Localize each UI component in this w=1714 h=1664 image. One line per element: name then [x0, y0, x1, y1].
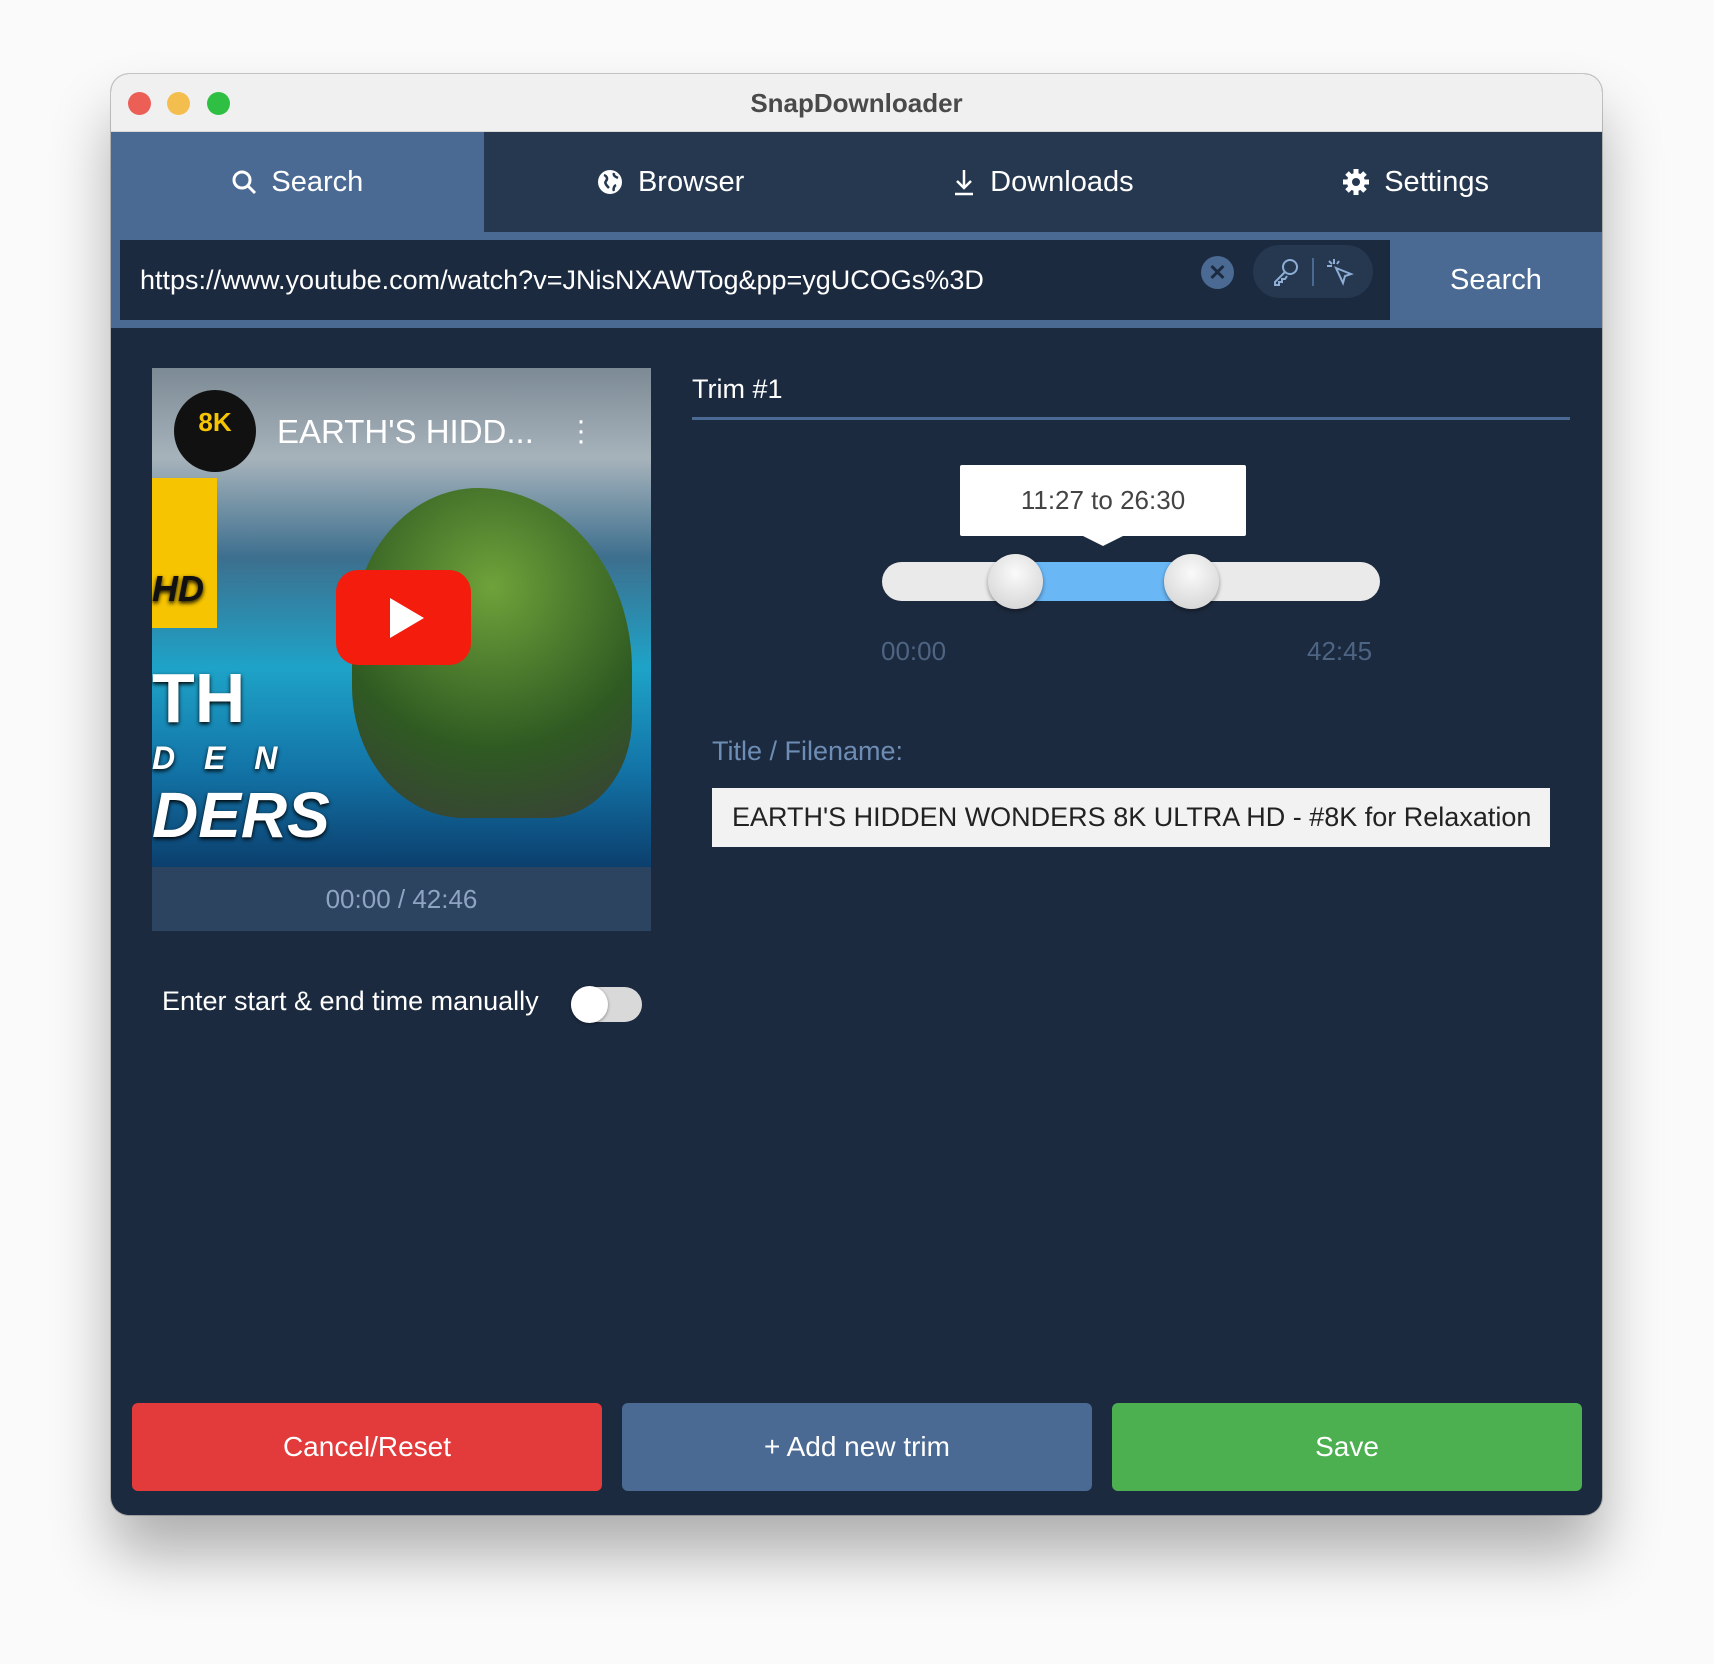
manual-time-toggle[interactable]	[571, 986, 642, 1023]
video-title: EARTH'S HIDD...	[277, 413, 534, 450]
tab-label: Browser	[637, 165, 745, 198]
overlay-text: TH	[152, 659, 246, 737]
url-input[interactable]: https://www.youtube.com/watch?v=JNisNXAW…	[120, 240, 1390, 320]
window-title: SnapDownloader	[750, 88, 963, 118]
cancel-reset-button[interactable]: Cancel/Reset	[132, 1403, 602, 1491]
video-thumbnail[interactable]: HD TH D E N DERS 8K EARTH'S HIDD... · · ·	[152, 368, 651, 867]
overlay-text: HD	[152, 568, 204, 609]
tab-browser[interactable]: Browser	[484, 132, 857, 232]
globe-icon	[597, 170, 622, 194]
slider-max-label: 42:45	[1307, 636, 1373, 666]
title-bar: SnapDownloader	[111, 74, 1602, 132]
trim-range-tooltip: 11:27 to 26:30	[960, 465, 1246, 546]
divider	[1311, 257, 1314, 286]
overlay-text: DERS	[152, 779, 330, 851]
trim-end-handle[interactable]	[1163, 554, 1219, 609]
tab-search[interactable]: Search	[111, 132, 484, 232]
add-new-trim-button[interactable]: + Add new trim	[622, 1403, 1092, 1491]
more-icon[interactable]: · · ·	[576, 406, 586, 456]
cursor-click-icon[interactable]	[1325, 257, 1355, 287]
download-icon	[955, 170, 974, 196]
search-button[interactable]: Search	[1390, 232, 1602, 328]
filename-input[interactable]	[712, 788, 1550, 847]
tab-label: Settings	[1384, 165, 1490, 198]
main-tabs: Search Browser Downloads Settings	[111, 132, 1602, 232]
url-value: https://www.youtube.com/watch?v=JNisNXAW…	[140, 264, 984, 295]
search-icon	[232, 170, 257, 195]
filename-label: Title / Filename:	[712, 736, 904, 766]
key-icon[interactable]	[1271, 257, 1301, 287]
slider-min-label: 00:00	[881, 636, 947, 666]
tab-label: Search	[271, 165, 364, 198]
play-icon[interactable]	[336, 570, 471, 665]
tab-trim-1[interactable]: Trim #1	[692, 374, 783, 405]
tab-settings[interactable]: Settings	[1229, 132, 1602, 232]
url-tools	[1253, 245, 1373, 298]
gear-icon	[1343, 169, 1370, 195]
overlay-text: D E N	[152, 740, 288, 776]
trim-tab-underline	[692, 417, 1570, 420]
video-time: 00:00 / 42:46	[152, 867, 651, 931]
tab-downloads[interactable]: Downloads	[857, 132, 1230, 232]
manual-time-label: Enter start & end time manually	[162, 986, 539, 1016]
url-bar: https://www.youtube.com/watch?v=JNisNXAW…	[111, 232, 1602, 328]
clear-icon[interactable]: ✕	[1201, 256, 1234, 289]
tab-label: Downloads	[990, 165, 1134, 198]
app-window: SnapDownloader Search Browser Downloads …	[111, 74, 1602, 1515]
save-button[interactable]: Save	[1112, 1403, 1582, 1491]
channel-badge: 8K	[174, 390, 256, 472]
trim-slider[interactable]	[882, 554, 1380, 609]
